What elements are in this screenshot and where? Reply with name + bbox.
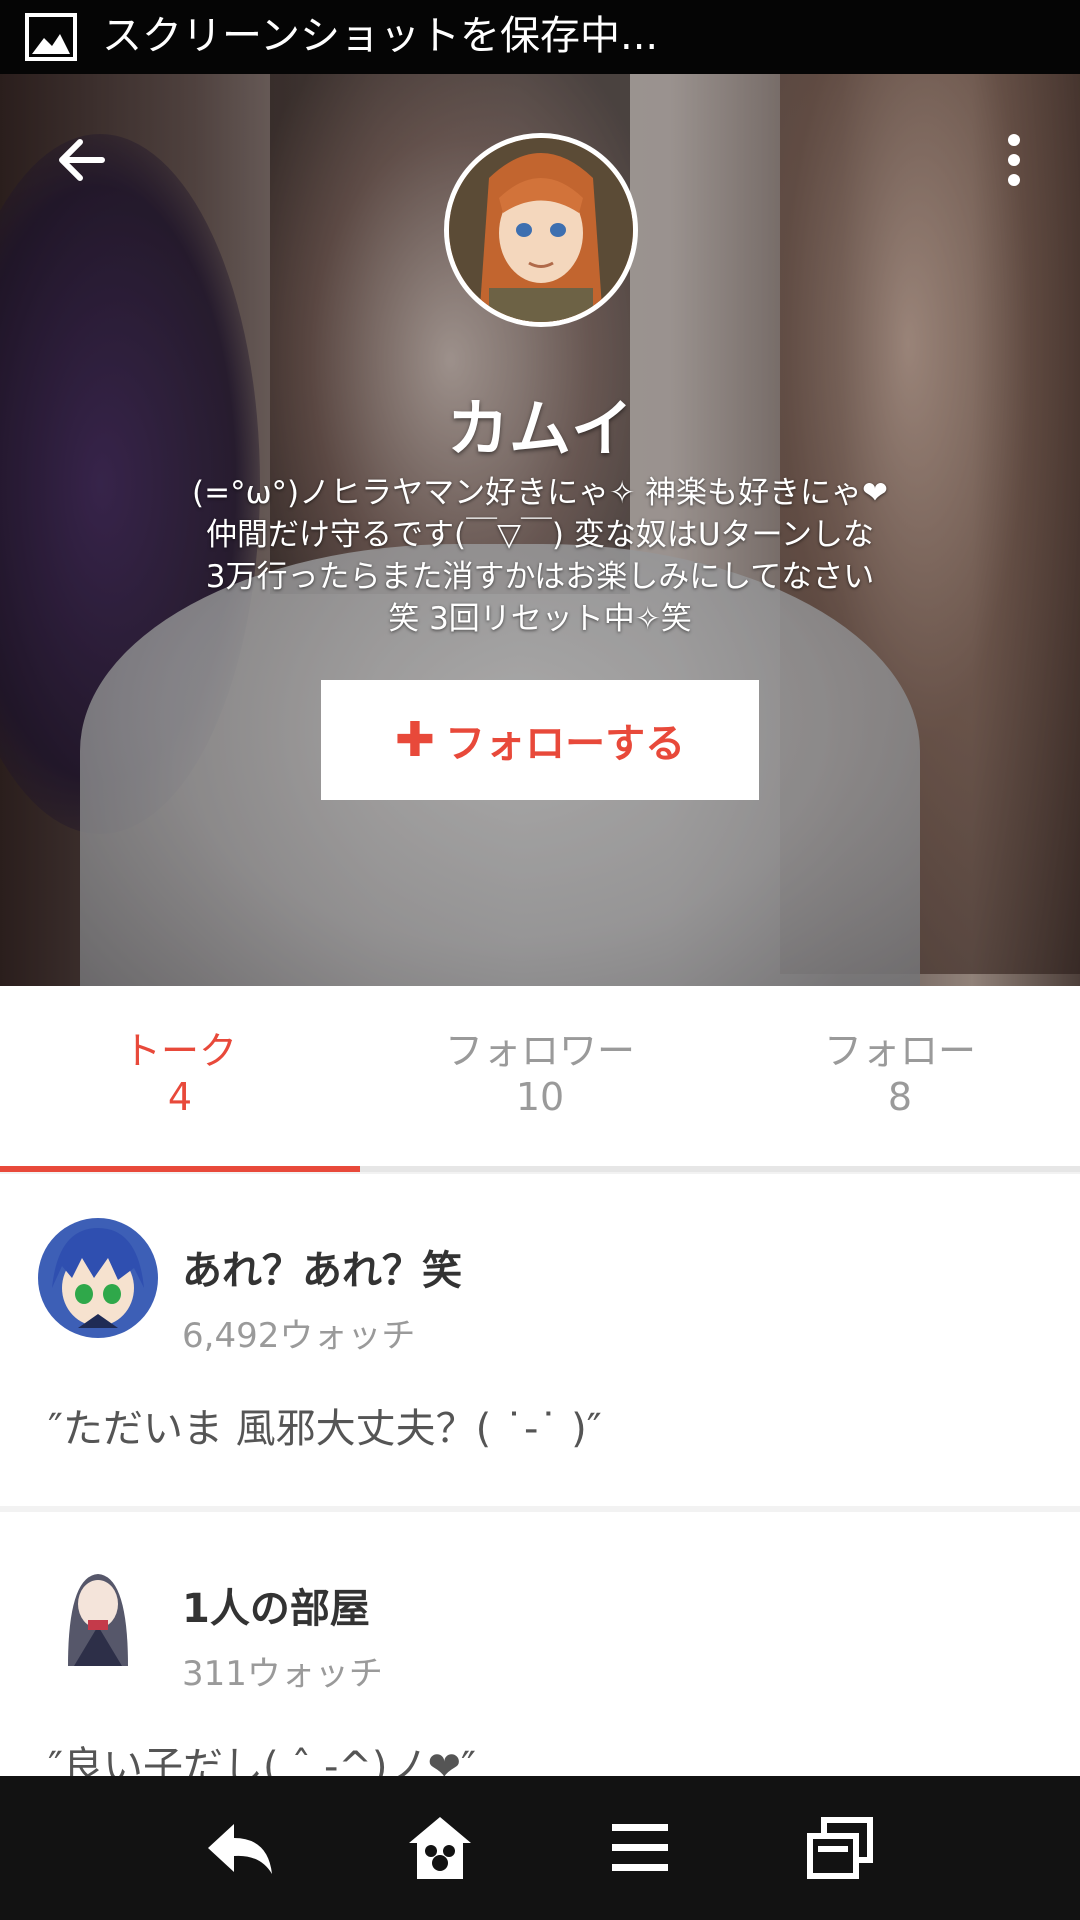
bio-line: 笑 3回リセット中✧笑 — [388, 601, 692, 637]
tab-count: 8 — [887, 1075, 913, 1119]
talk-quote: ″良い子だし( ˆ -^)ノ❤″ — [48, 1744, 476, 1776]
talk-thumbnail — [38, 1218, 158, 1338]
talk-quote: ″ただいま 風邪大丈夫？( ˙-˙ )″ — [48, 1406, 602, 1452]
profile-avatar — [444, 133, 638, 327]
follow-button[interactable]: ✚ フォローする — [321, 680, 759, 800]
bottom-nav-bar — [0, 1776, 1080, 1920]
tab-talk[interactable]: トーク 4 — [0, 986, 360, 1172]
tab-label: フォロー — [823, 1029, 976, 1073]
profile-name: カムイ — [446, 392, 633, 465]
nav-back-icon — [208, 1824, 272, 1874]
tab-following[interactable]: フォロー 8 — [720, 986, 1080, 1172]
nav-menu-button[interactable] — [600, 1808, 680, 1888]
status-bar: スクリーンショットを保存中... — [0, 0, 1080, 74]
back-arrow-icon[interactable] — [52, 130, 112, 190]
image-icon — [25, 13, 77, 61]
bio-line: 仲間だけ守るです(￣▽￣) 変な奴はUターンしな — [205, 517, 875, 553]
nav-menu-icon — [612, 1824, 668, 1871]
tab-label: フォロワー — [444, 1029, 635, 1073]
nav-recents-button[interactable] — [800, 1808, 880, 1888]
bio-line: 3万行ったらまた消すかはお楽しみにしてなさい — [205, 559, 875, 595]
bio-line: (=°ω°)ノヒラヤマン好きにゃ✧ 神楽も好きにゃ❤ — [192, 475, 888, 511]
tab-label: トーク — [122, 1029, 237, 1073]
talk-title: 1人の部屋 — [182, 1586, 370, 1632]
nav-recents-icon — [807, 1817, 873, 1879]
talk-title: あれ？あれ？笑 — [182, 1248, 462, 1294]
tab-followers[interactable]: フォロワー 10 — [360, 986, 720, 1172]
overflow-menu-icon[interactable] — [996, 130, 1032, 190]
talk-watch-count: 311ウォッチ — [182, 1654, 383, 1694]
tab-indicator — [0, 1166, 360, 1172]
tab-count: 4 — [167, 1075, 193, 1119]
talk-watch-count: 6,492ウォッチ — [182, 1316, 416, 1356]
plus-icon: ✚ — [394, 712, 436, 768]
talk-card[interactable]: 1人の部屋 311ウォッチ ″良い子だし( ˆ -^)ノ❤″ — [0, 1512, 1080, 1776]
nav-home-button[interactable] — [400, 1808, 480, 1888]
profile-tabs: トーク 4 フォロワー 10 フォロー 8 — [0, 986, 1080, 1172]
follow-label: フォローする — [445, 721, 686, 767]
nav-back-button[interactable] — [200, 1808, 280, 1888]
status-text: スクリーンショットを保存中... — [102, 13, 659, 59]
talk-thumbnail — [38, 1556, 158, 1676]
tab-count: 10 — [515, 1075, 565, 1119]
profile-bio: (=°ω°)ノヒラヤマン好きにゃ✧ 神楽も好きにゃ❤ 仲間だけ守るです(￣▽￣)… — [120, 472, 960, 640]
nav-home-icon — [409, 1817, 471, 1879]
talk-card[interactable]: あれ？あれ？笑 6,492ウォッチ ″ただいま 風邪大丈夫？( ˙-˙ )″ — [0, 1174, 1080, 1506]
